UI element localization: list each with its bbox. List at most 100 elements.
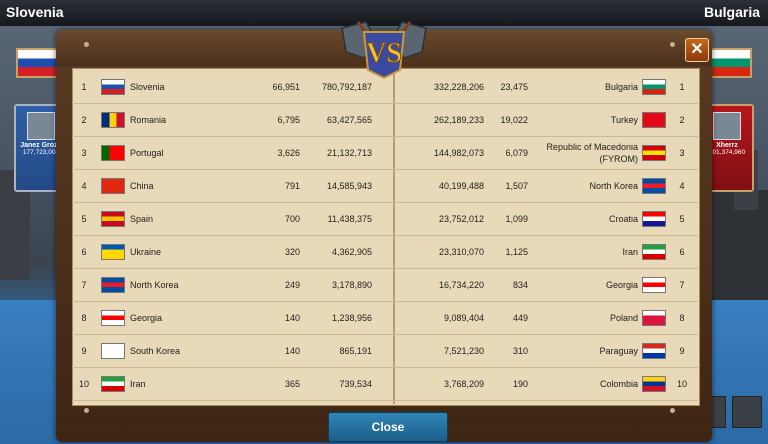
- flag-icon: [642, 342, 666, 359]
- rank-left: 10: [76, 367, 92, 400]
- points-right-text: 23,475: [500, 81, 528, 92]
- damage-right: 144,982,073: [396, 136, 484, 169]
- flag-right: [642, 367, 666, 400]
- country-right-text: Turkey: [610, 114, 638, 125]
- damage-right-text: 332,228,206: [433, 81, 484, 92]
- rank-left: 4: [76, 169, 92, 202]
- points-left-text: 6,795: [277, 114, 300, 125]
- country-right: Turkey: [532, 103, 638, 136]
- country-right-text: Bulgaria: [604, 81, 638, 92]
- points-left-text: 3,626: [277, 147, 300, 158]
- country-left: Spain: [130, 202, 240, 235]
- rank-left-text: 8: [81, 312, 87, 323]
- rank-left: 5: [76, 202, 92, 235]
- flag-right: [642, 136, 666, 169]
- damage-left-text: 4,362,905: [331, 246, 372, 257]
- country-left-text: North Korea: [130, 279, 179, 290]
- rank-left: 7: [76, 268, 92, 301]
- table-row: 2 Romania 6,795 63,427,565 262,189,233 19,022…: [72, 103, 698, 137]
- damage-right: 40,199,488: [396, 169, 484, 202]
- flag-left: [101, 202, 125, 235]
- damage-left-text: 865,191: [339, 345, 372, 356]
- points-left: 66,951: [244, 70, 300, 103]
- points-right-text: 834: [512, 279, 528, 290]
- rank-right-text: 8: [679, 312, 685, 323]
- rank-right: 6: [674, 235, 690, 268]
- rank-right: 8: [674, 301, 690, 334]
- flag-left: [101, 136, 125, 169]
- rivet: [670, 408, 675, 413]
- country-right-text: Poland: [609, 312, 638, 323]
- table-row: 4 China 791 14,585,943 40,199,488 1,507 North …: [72, 169, 698, 203]
- damage-right-text: 9,089,404: [443, 312, 484, 323]
- close-icon[interactable]: ✕: [685, 38, 709, 62]
- points-left-text: 700: [284, 213, 300, 224]
- rank-left: 6: [76, 235, 92, 268]
- country-right: North Korea: [532, 169, 638, 202]
- country-left: Portugal: [130, 136, 240, 169]
- flag-icon: [642, 177, 666, 194]
- flag-icon: [101, 144, 125, 161]
- points-right: 6,079: [500, 136, 528, 169]
- left-side-flag: [16, 48, 58, 78]
- rank-left-text: 1: [81, 81, 87, 92]
- country-left: China: [130, 169, 240, 202]
- rank-left-text: 5: [81, 213, 87, 224]
- country-left: Slovenia: [130, 70, 240, 103]
- damage-right-text: 3,768,209: [443, 378, 484, 389]
- points-left: 365: [244, 367, 300, 400]
- country-left-text: Spain: [130, 213, 154, 224]
- points-right: 23,475: [500, 70, 528, 103]
- damage-left: 780,792,187: [304, 70, 372, 103]
- points-left-text: 140: [284, 312, 300, 323]
- damage-left-text: 11,438,375: [327, 213, 372, 224]
- rivet: [670, 42, 675, 47]
- country-left: North Korea: [130, 268, 240, 301]
- damage-left: 63,427,565: [304, 103, 372, 136]
- country-left: South Korea: [130, 334, 240, 367]
- rank-left-text: 2: [81, 114, 87, 125]
- flag-right: [642, 334, 666, 367]
- damage-left-text: 3,178,890: [331, 279, 372, 290]
- rank-right: 7: [674, 268, 690, 301]
- points-right-text: 1,507: [505, 180, 528, 191]
- country-left-text: Georgia: [130, 312, 163, 323]
- country-right-text: Paraguay: [599, 345, 638, 356]
- close-button[interactable]: Close: [328, 412, 448, 442]
- table-row: 6 Ukraine 320 4,362,905 23,310,070 1,125 Iran 6: [72, 235, 698, 269]
- damage-right: 3,768,209: [396, 367, 484, 400]
- points-right: 1,507: [500, 169, 528, 202]
- flag-icon: [101, 177, 125, 194]
- points-right: 1,125: [500, 235, 528, 268]
- points-left: 6,795: [244, 103, 300, 136]
- flag-right: [642, 202, 666, 235]
- table-row: 5 Spain 700 11,438,375 23,752,012 1,099 Croati…: [72, 202, 698, 236]
- damage-left-text: 739,534: [339, 378, 372, 389]
- damage-right-text: 40,199,488: [438, 180, 484, 191]
- background-button[interactable]: [732, 396, 762, 428]
- flag-left: [101, 70, 125, 103]
- table-row: 9 South Korea 140 865,191 7,521,230 310 Paragu…: [72, 334, 698, 368]
- country-left-text: Romania: [130, 114, 167, 125]
- flag-right: [642, 301, 666, 334]
- points-left-text: 140: [284, 345, 300, 356]
- country-left-text: Ukraine: [130, 246, 162, 257]
- points-right-text: 1,125: [505, 246, 528, 257]
- left-country-title: Slovenia: [6, 4, 64, 20]
- rank-left: 8: [76, 301, 92, 334]
- rank-left-text: 10: [78, 378, 89, 389]
- points-left-text: 791: [284, 180, 300, 191]
- flag-icon: [101, 111, 125, 128]
- rank-right: 3: [674, 136, 690, 169]
- points-left: 140: [244, 334, 300, 367]
- damage-left: 4,362,905: [304, 235, 372, 268]
- rank-right: 1: [674, 70, 690, 103]
- rank-right-text: 9: [679, 345, 685, 356]
- damage-left-text: 21,132,713: [326, 147, 372, 158]
- country-left: Ukraine: [130, 235, 240, 268]
- flag-icon: [101, 243, 125, 260]
- country-right: Poland: [532, 301, 638, 334]
- flag-left: [101, 334, 125, 367]
- damage-right: 9,089,404: [396, 301, 484, 334]
- table-row: 8 Georgia 140 1,238,956 9,089,404 449 Poland 8: [72, 301, 698, 335]
